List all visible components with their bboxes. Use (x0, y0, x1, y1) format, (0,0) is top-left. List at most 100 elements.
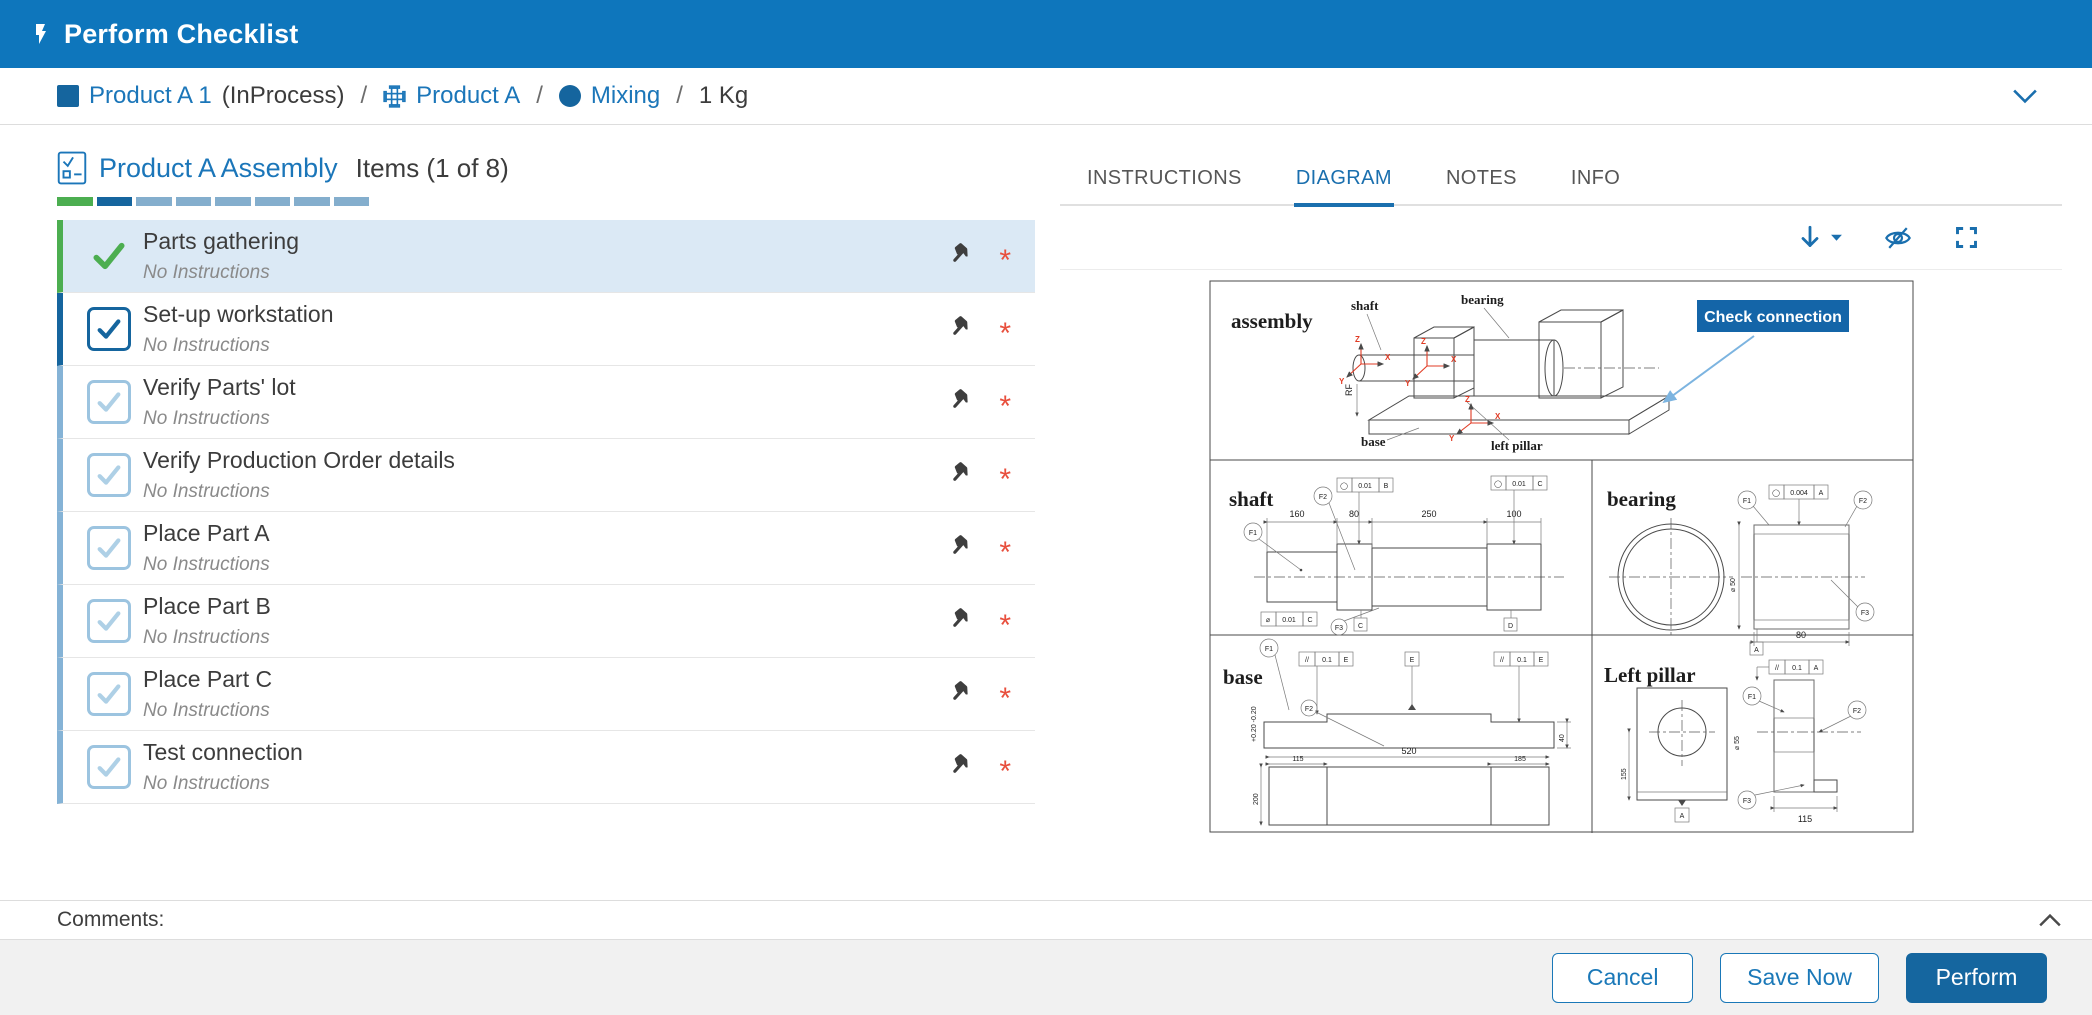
breadcrumb-link-mixing[interactable]: Mixing (591, 82, 660, 110)
item-checkbox[interactable] (87, 745, 131, 789)
perform-checklist-window: Perform Checklist Product A 1 (InProcess… (0, 0, 2092, 1015)
manual-perform-hand-icon[interactable] (942, 387, 973, 418)
svg-text:F2: F2 (1304, 706, 1312, 713)
svg-text:B: B (1383, 483, 1388, 490)
caret-down-icon (1830, 233, 1843, 242)
svg-text:bearing: bearing (1607, 487, 1676, 511)
required-asterisk: * (999, 606, 1011, 636)
fullscreen-icon (1953, 224, 1980, 251)
progress-segment (176, 197, 212, 206)
svg-text:shaft: shaft (1229, 487, 1273, 511)
svg-text:Z: Z (1355, 335, 1360, 344)
progress-bar (57, 197, 369, 206)
breadcrumb-expand-button[interactable] (2006, 82, 2044, 110)
checklist-item[interactable]: Parts gathering No Instructions * (57, 220, 1035, 293)
breadcrumb-status: (InProcess) (222, 82, 345, 110)
svg-text:X: X (1451, 355, 1457, 364)
attachment-viewer-panel: INSTRUCTIONS DIAGRAM NOTES INFO (1060, 125, 2062, 900)
svg-text:shaft: shaft (1351, 298, 1379, 313)
checklist-item[interactable]: Test connection No Instructions * (57, 731, 1035, 804)
svg-text:bearing: bearing (1461, 292, 1504, 307)
item-instructions: No Instructions (143, 773, 303, 795)
svg-text:base: base (1223, 665, 1263, 689)
svg-text:◯: ◯ (1340, 482, 1348, 490)
viewer-toolbar (1060, 206, 2062, 270)
tab-instructions[interactable]: INSTRUCTIONS (1085, 161, 1244, 207)
perform-button[interactable]: Perform (1906, 953, 2047, 1003)
material-icon (383, 85, 406, 108)
item-checkbox[interactable] (87, 599, 131, 643)
svg-text:E: E (1409, 657, 1414, 664)
svg-text:C: C (1357, 623, 1362, 630)
app-header: Perform Checklist (0, 0, 2092, 68)
item-label: Verify Parts' lot (143, 374, 296, 401)
checklist-item[interactable]: Place Part C No Instructions * (57, 658, 1035, 731)
required-asterisk: * (999, 314, 1011, 344)
action-footer: Cancel Save Now Perform (0, 940, 2092, 1015)
cancel-button[interactable]: Cancel (1552, 953, 1693, 1003)
item-checkbox[interactable] (87, 380, 131, 424)
tab-info[interactable]: INFO (1569, 161, 1622, 207)
item-checkbox[interactable] (87, 453, 131, 497)
checklist-item[interactable]: Set-up workstation No Instructions * (57, 293, 1035, 366)
svg-text:base: base (1361, 434, 1386, 449)
manual-perform-hand-icon[interactable] (942, 314, 973, 345)
item-instructions: No Instructions (143, 627, 271, 649)
svg-text:Z: Z (1421, 337, 1426, 346)
save-now-button[interactable]: Save Now (1720, 953, 1879, 1003)
svg-text:E: E (1343, 657, 1348, 664)
item-checkbox[interactable] (87, 526, 131, 570)
item-label: Place Part B (143, 593, 271, 620)
svg-text:F1: F1 (1248, 530, 1256, 537)
svg-text:40: 40 (1559, 734, 1566, 742)
manual-perform-hand-icon[interactable] (942, 606, 973, 637)
svg-text:A: A (1813, 665, 1818, 672)
checklist-item[interactable]: Place Part B No Instructions * (57, 585, 1035, 658)
tab-diagram[interactable]: DIAGRAM (1294, 161, 1394, 207)
svg-text:D: D (1507, 623, 1512, 630)
svg-text://: // (1500, 657, 1504, 664)
comments-expand-button[interactable] (2034, 909, 2066, 932)
checklist-item[interactable]: Verify Production Order details No Instr… (57, 439, 1035, 512)
svg-text:0.1: 0.1 (1322, 657, 1332, 664)
svg-text:0.004: 0.004 (1790, 490, 1808, 497)
svg-text:200: 200 (1253, 793, 1260, 805)
download-button[interactable] (1793, 220, 1847, 256)
required-asterisk: * (999, 679, 1011, 709)
progress-segment (136, 197, 172, 206)
svg-text://: // (1305, 657, 1309, 664)
comments-bar: Comments: (0, 900, 2092, 940)
tab-notes[interactable]: NOTES (1444, 161, 1519, 207)
manual-perform-hand-icon[interactable] (942, 752, 973, 783)
svg-text:115: 115 (1292, 756, 1303, 763)
hide-annotations-button[interactable] (1877, 220, 1919, 256)
item-checkbox[interactable] (87, 234, 131, 278)
manual-perform-hand-icon[interactable] (942, 679, 973, 710)
svg-text:C: C (1537, 481, 1542, 488)
breadcrumb-link-product-a-1[interactable]: Product A 1 (89, 82, 212, 110)
progress-segment (97, 197, 133, 206)
fullscreen-button[interactable] (1949, 220, 1984, 255)
manual-perform-hand-icon[interactable] (942, 241, 973, 272)
breadcrumb-item-material: Product A 1 (InProcess) (57, 82, 344, 110)
svg-text:Check connection: Check connection (1704, 309, 1842, 326)
item-instructions: No Instructions (143, 335, 333, 357)
page-title: Perform Checklist (64, 19, 298, 50)
manual-perform-hand-icon[interactable] (942, 533, 973, 564)
item-checkbox[interactable] (87, 307, 131, 351)
svg-text:◯: ◯ (1494, 480, 1502, 488)
checklist-item[interactable]: Place Part A No Instructions * (57, 512, 1035, 585)
progress-segment (255, 197, 291, 206)
checklist-item[interactable]: Verify Parts' lot No Instructions * (57, 366, 1035, 439)
checklist-items: Parts gathering No Instructions * (57, 220, 1035, 804)
svg-text:0.1: 0.1 (1517, 657, 1527, 664)
item-checkbox[interactable] (87, 672, 131, 716)
svg-text:F2: F2 (1852, 708, 1860, 715)
item-label: Place Part A (143, 520, 270, 547)
svg-text:⌀ 50: ⌀ 50 (1730, 578, 1737, 592)
breadcrumb-link-product-a[interactable]: Product A (416, 82, 520, 110)
manual-perform-hand-icon[interactable] (942, 460, 973, 491)
svg-text:Y: Y (1449, 434, 1455, 443)
square-icon (57, 85, 79, 107)
circle-icon (559, 85, 581, 107)
